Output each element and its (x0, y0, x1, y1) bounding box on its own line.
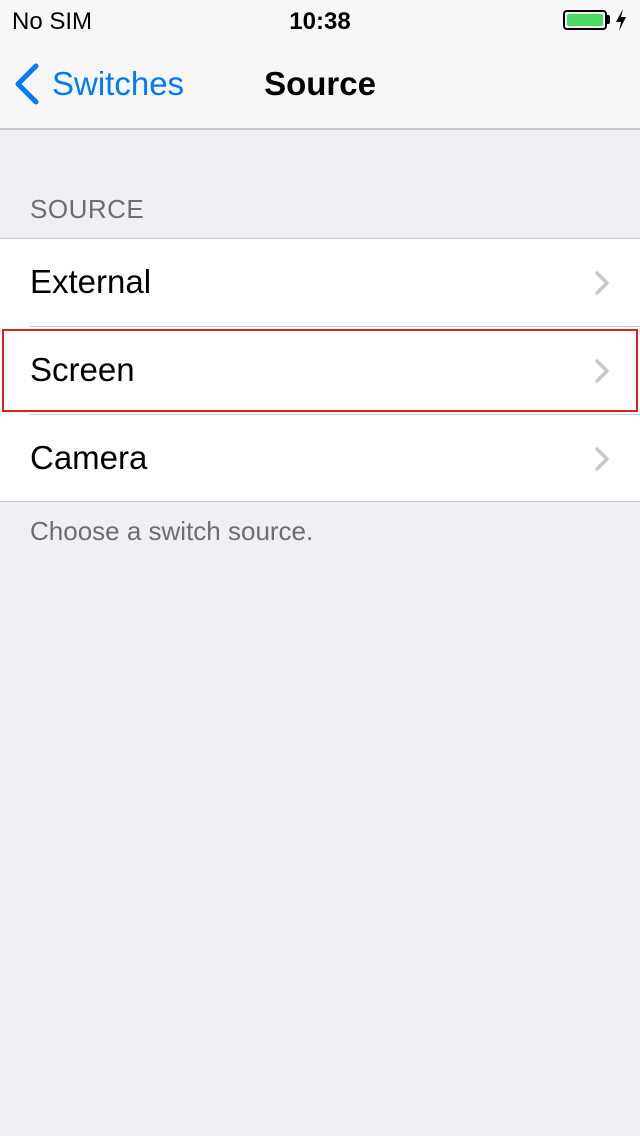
list-item-screen[interactable]: Screen (0, 327, 640, 415)
list-item-external[interactable]: External (0, 239, 640, 327)
status-bar: No SIM 10:38 (0, 0, 640, 40)
navigation-bar: Switches Source (0, 40, 640, 130)
battery-nub (607, 15, 610, 24)
section-footer: Choose a switch source. (30, 516, 314, 546)
battery-level (567, 14, 603, 26)
list-item-label: Camera (30, 439, 148, 476)
page-title: Source (264, 65, 376, 102)
list-item-camera[interactable]: Camera (0, 415, 640, 503)
battery-icon (563, 10, 607, 30)
chevron-right-icon (595, 447, 609, 471)
list-item-label: External (30, 263, 152, 300)
list-item-label: Screen (30, 351, 135, 388)
chevron-right-icon (595, 359, 609, 383)
section-header: SOURCE (30, 194, 145, 224)
chevron-right-icon (595, 271, 609, 295)
status-time: 10:38 (289, 8, 351, 35)
charging-bolt-icon (616, 9, 626, 31)
source-list: External Screen Camera (0, 238, 640, 502)
